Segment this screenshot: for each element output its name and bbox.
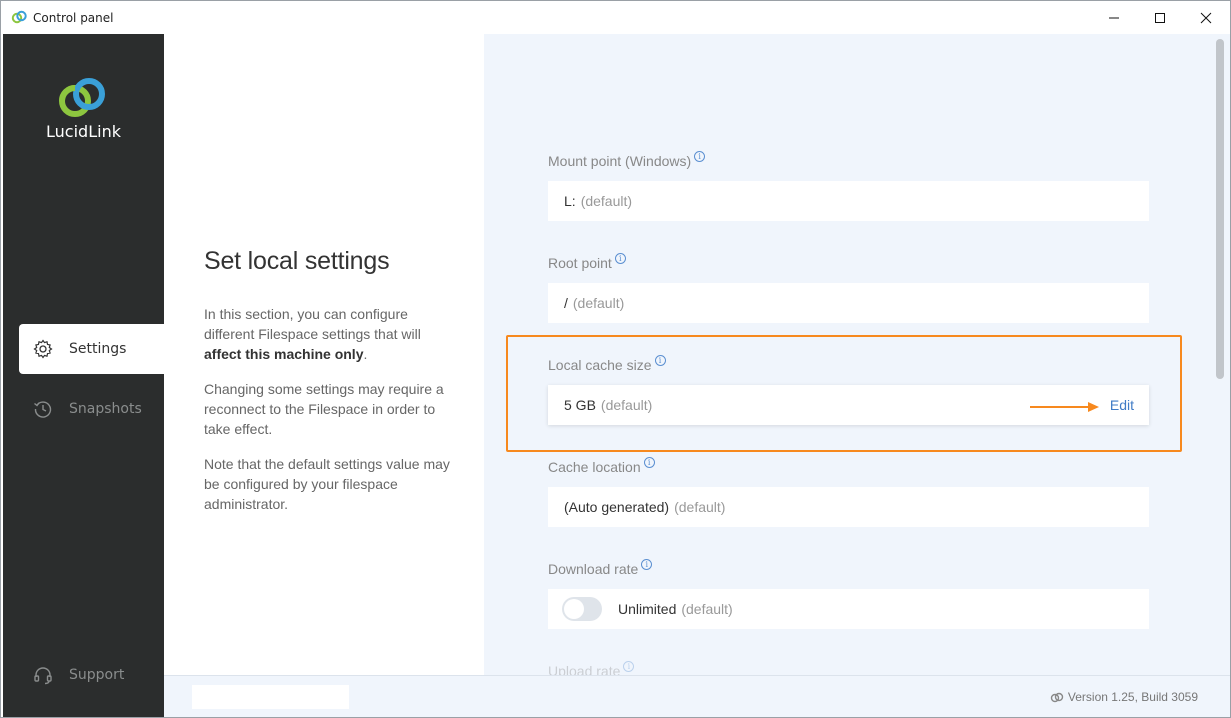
maximize-button[interactable] [1137,1,1183,34]
footer-blank-area [192,685,349,709]
info-icon[interactable]: i [623,661,635,672]
history-icon [33,399,53,419]
root-point-field[interactable]: / (default) [548,283,1149,323]
sidebar-item-label: Snapshots [69,401,142,417]
cache-location-field[interactable]: (Auto generated) (default) [548,487,1149,527]
sidebar-item-snapshots[interactable]: Snapshots [19,384,164,434]
arrow-right-icon [1030,402,1099,412]
cache-size-highlight [506,335,1182,452]
upload-rate-label: Upload rate i [548,661,635,675]
brand-name: LucidLink [46,122,121,141]
description-paragraph-3: Note that the default settings value may… [204,456,450,512]
info-icon[interactable]: i [694,151,706,162]
sidebar-item-label: Settings [69,341,127,357]
sidebar: LucidLink Settings Snapshots Support [3,34,164,717]
title-bar: Control panel [1,1,1230,34]
info-icon[interactable]: i [641,559,653,570]
footer-bar: Version 1.25, Build 3059 [164,675,1230,717]
info-icon[interactable]: i [614,253,626,264]
scrollbar-thumb[interactable] [1216,39,1224,379]
page-title: Set local settings [204,247,390,275]
cache-location-label: Cache location i [548,457,655,475]
download-rate-label: Download rate i [548,559,653,577]
root-point-label: Root point i [548,253,626,271]
mount-point-label: Mount point (Windows) i [548,151,706,169]
info-icon[interactable]: i [643,457,655,468]
description-paragraph-1: In this section, you can configure diffe… [204,306,421,362]
sidebar-item-settings[interactable]: Settings [19,324,164,374]
description-paragraph-2: Changing some settings may require a rec… [204,381,444,437]
minimize-icon [1109,17,1119,18]
app-icon [11,10,27,24]
download-rate-toggle[interactable] [562,597,602,621]
close-icon [1200,12,1212,23]
sidebar-item-label: Support [69,667,125,683]
control-panel-window: Control panel LucidLink Settings Snapsho… [0,0,1231,718]
maximize-icon [1155,12,1165,23]
headset-icon [33,665,53,685]
lucidlink-logo [59,78,105,117]
minimize-button[interactable] [1091,1,1137,34]
window-title: Control panel [33,11,114,25]
gear-icon [33,339,53,359]
sidebar-item-support[interactable]: Support [19,650,164,700]
close-button[interactable] [1183,1,1229,34]
download-rate-field: Unlimited (default) [548,589,1149,629]
lucidlink-small-icon [1050,692,1064,702]
version-info: Version 1.25, Build 3059 [1050,690,1198,704]
settings-description: Set local settings In this section, you … [164,34,484,675]
mount-point-field[interactable]: L: (default) [548,181,1149,221]
